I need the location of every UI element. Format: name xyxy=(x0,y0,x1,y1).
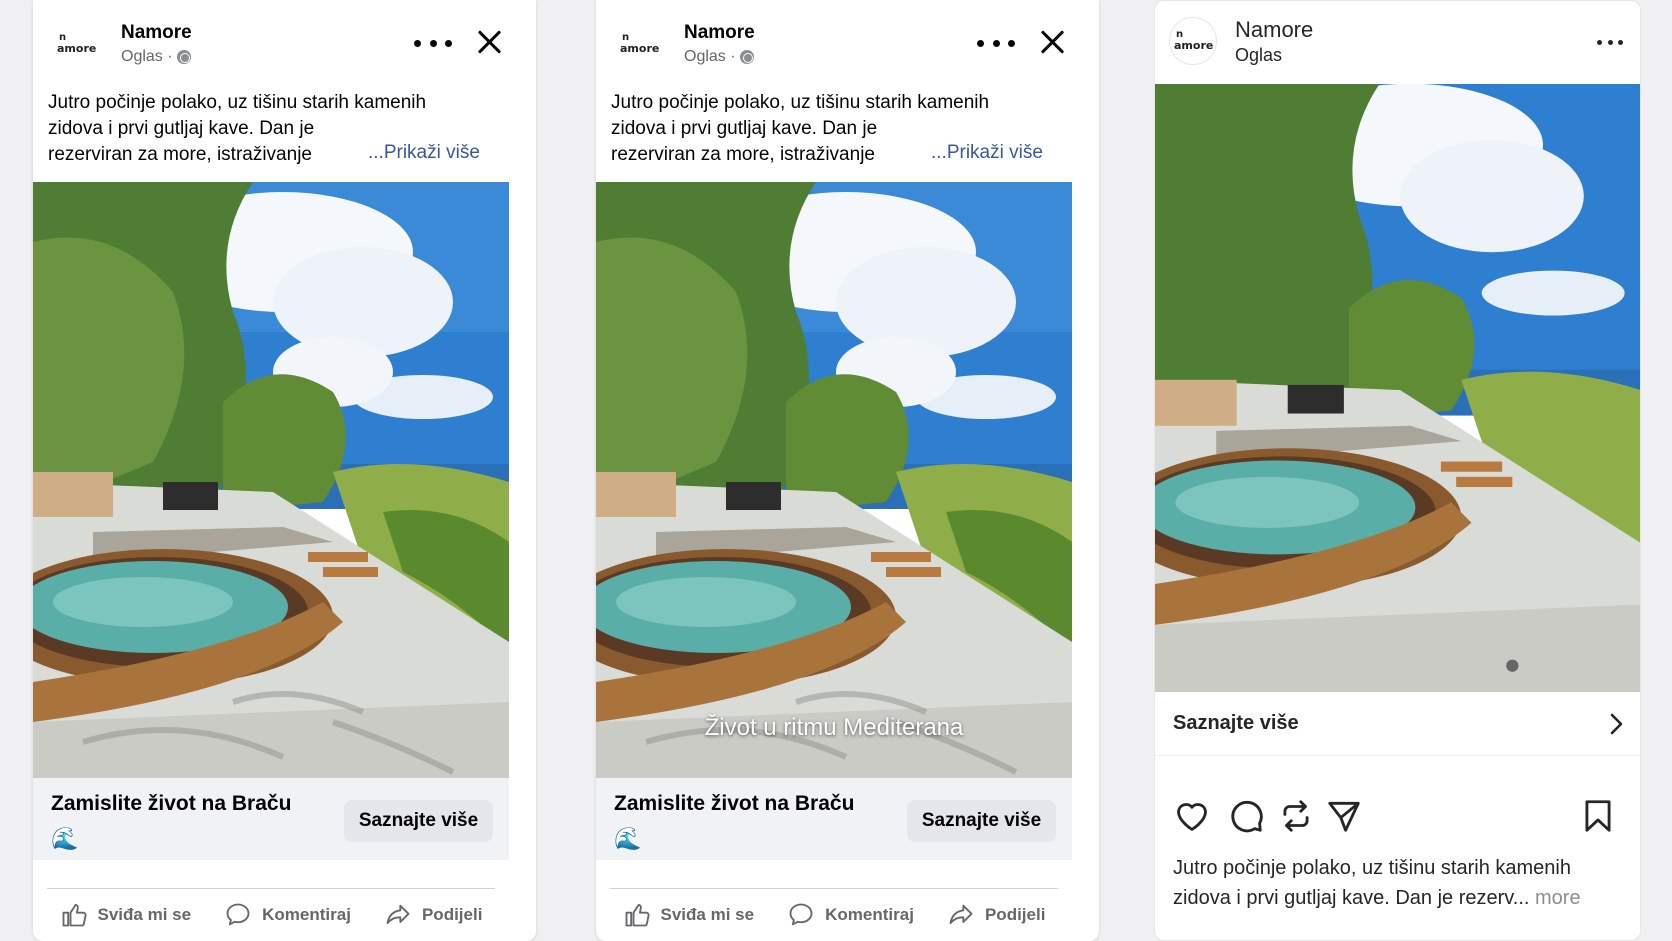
instagram-ad-card: n amore Namore Oglas Saznajte više Jutro… xyxy=(1154,0,1641,941)
brand-name[interactable]: Namore xyxy=(684,22,755,44)
close-icon[interactable] xyxy=(473,26,505,58)
more-options-icon[interactable] xyxy=(1597,27,1623,57)
like-button[interactable]: Sviđa mi se xyxy=(60,901,191,929)
facebook-ad-card: n amore Namore Oglas · Jutro počinje pol… xyxy=(596,0,1099,941)
comment-icon xyxy=(789,903,813,926)
more-options-icon[interactable] xyxy=(414,28,452,58)
comment-button[interactable]: Komentiraj xyxy=(224,901,351,929)
see-more-link[interactable]: ...Prikaži više xyxy=(931,142,1043,164)
send-icon[interactable] xyxy=(1325,797,1363,835)
close-icon[interactable] xyxy=(1036,26,1068,58)
wave-emoji: 🌊 xyxy=(51,826,79,851)
learn-more-button[interactable]: Saznajte više xyxy=(344,800,493,842)
cta-bar: Zamislite život na Braču 🌊 Saznajte više xyxy=(596,778,1072,860)
video-caption: Život u ritmu Mediterana xyxy=(704,714,964,741)
facebook-ad-card: n amore Namore Oglas · Jutro počinje pol… xyxy=(33,0,536,941)
divider xyxy=(610,888,1058,889)
learn-more-bar[interactable]: Saznajte više xyxy=(1155,692,1640,756)
brand-logo[interactable]: n amore xyxy=(53,20,101,68)
share-icon xyxy=(949,904,973,925)
more-options-icon[interactable] xyxy=(977,28,1015,58)
more-link[interactable]: more xyxy=(1535,887,1581,909)
comment-icon xyxy=(226,903,250,926)
brand-logo[interactable]: n amore xyxy=(1169,17,1217,65)
cta-bar: Zamislite život na Braču 🌊 Saznajte više xyxy=(33,778,509,860)
action-bar: Sviđa mi se Komentiraj Podijeli xyxy=(596,890,1072,940)
ad-image[interactable] xyxy=(1155,84,1641,692)
globe-icon xyxy=(739,50,754,64)
comment-button[interactable]: Komentiraj xyxy=(787,901,914,929)
thumbs-up-icon xyxy=(625,904,649,927)
sponsored-label: Oglas xyxy=(1235,45,1283,65)
chevron-right-icon xyxy=(1610,713,1623,735)
see-more-link[interactable]: ...Prikaži više xyxy=(368,142,480,164)
wave-emoji: 🌊 xyxy=(614,826,642,851)
ad-image[interactable] xyxy=(33,182,509,778)
bookmark-icon[interactable] xyxy=(1579,797,1617,835)
like-button[interactable]: Sviđa mi se xyxy=(623,901,754,929)
brand-name[interactable]: Namore xyxy=(121,22,192,44)
thumbs-up-icon xyxy=(62,904,86,927)
divider xyxy=(47,888,495,889)
heart-icon[interactable] xyxy=(1173,797,1211,835)
learn-more-label: Saznajte više xyxy=(1173,712,1299,734)
learn-more-button[interactable]: Saznajte više xyxy=(907,800,1056,842)
brand-logo[interactable]: n amore xyxy=(616,20,664,68)
ad-header: n amore Namore Oglas · xyxy=(596,0,1099,88)
sponsored-label: Oglas · xyxy=(684,48,754,66)
ad-image[interactable]: Život u ritmu Mediterana xyxy=(596,182,1072,778)
ad-header: n amore Namore Oglas · xyxy=(33,0,536,88)
share-button[interactable]: Podijeli xyxy=(384,901,482,929)
brand-name[interactable]: Namore xyxy=(1235,17,1313,43)
ad-headline: Zamislite život na Braču xyxy=(614,792,855,815)
sponsored-label: Oglas · xyxy=(121,48,191,66)
comment-icon[interactable] xyxy=(1227,797,1265,835)
repost-icon[interactable] xyxy=(1277,797,1315,835)
action-bar: Sviđa mi se Komentiraj Podijeli xyxy=(33,890,509,940)
share-icon xyxy=(386,904,410,925)
action-bar xyxy=(1173,797,1623,837)
ad-caption: Jutro počinje polako, uz tišinu starih k… xyxy=(1173,857,1581,909)
globe-icon xyxy=(176,50,191,64)
ad-headline: Zamislite život na Braču xyxy=(51,792,292,815)
share-button[interactable]: Podijeli xyxy=(947,901,1045,929)
